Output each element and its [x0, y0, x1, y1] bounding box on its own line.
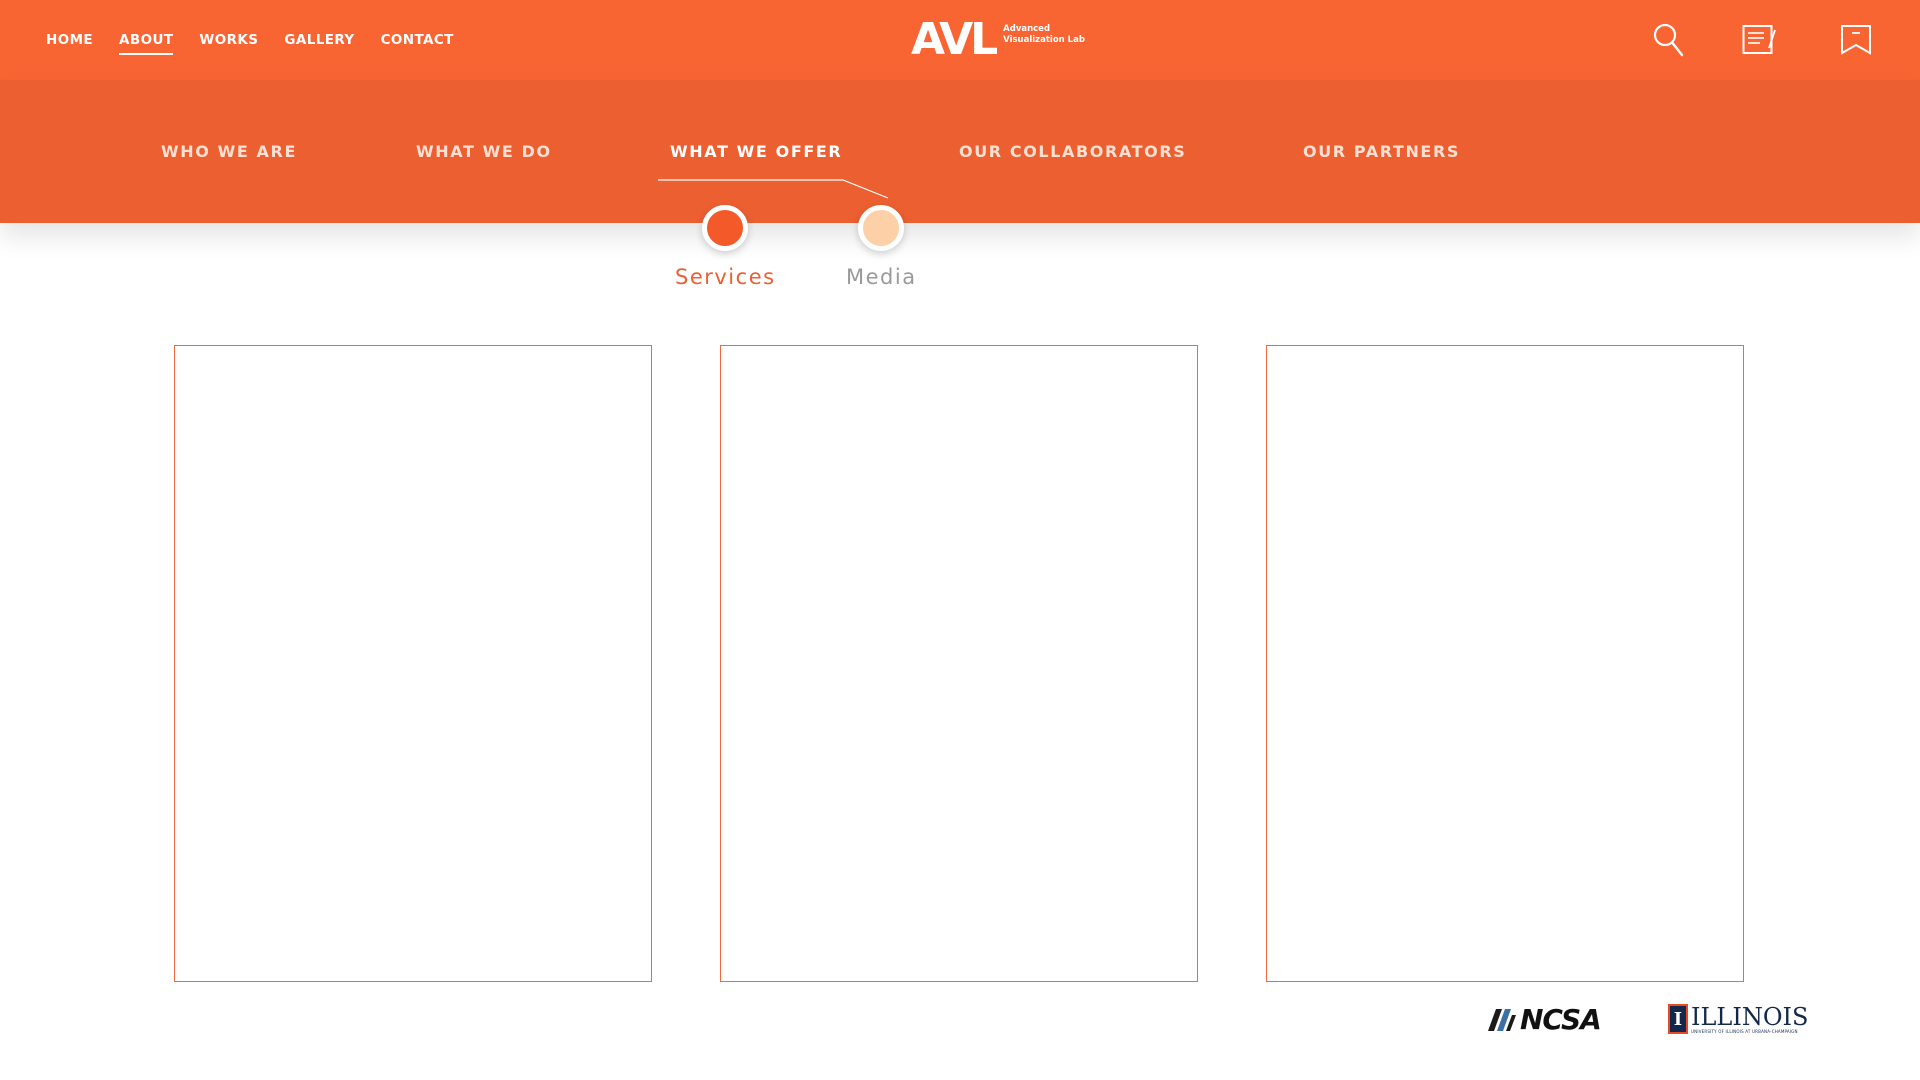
notepad-icon[interactable] — [1742, 22, 1778, 58]
logo-mark: AVL — [911, 14, 998, 65]
illinois-block-i: I — [1668, 1004, 1688, 1034]
nav-contact-link[interactable]: CONTACT — [381, 28, 454, 52]
about-sub-nav: WHO WE ARE WHAT WE DO WHAT WE OFFER OUR … — [0, 80, 1920, 223]
illinois-word: ILLINOIS — [1691, 1002, 1809, 1031]
subnav-who-we-are[interactable]: WHO WE ARE — [161, 142, 297, 161]
ncsa-text: NCSA — [1520, 1003, 1602, 1036]
bookmark-icon[interactable] — [1838, 22, 1874, 58]
tab-services[interactable]: Services — [675, 205, 776, 289]
main-nav: HOME ABOUT WORKS GALLERY CONTACT — [46, 0, 454, 80]
illinois-logo[interactable]: I ILLINOIS UNIVERSITY OF ILLINOIS AT URB… — [1668, 1004, 1808, 1034]
tab-services-dot — [702, 205, 749, 251]
nav-about-link[interactable]: ABOUT — [119, 28, 174, 55]
avl-logo[interactable]: AVL Advanced Visualization Lab — [911, 18, 1085, 62]
top-bar: HOME ABOUT WORKS GALLERY CONTACT AVL Adv… — [0, 0, 1920, 80]
logo-subtitle: Advanced Visualization Lab — [1003, 24, 1085, 46]
subnav-our-partners[interactable]: OUR PARTNERS — [1303, 142, 1460, 161]
search-icon[interactable] — [1651, 22, 1687, 58]
subnav-what-we-offer[interactable]: WHAT WE OFFER — [670, 142, 842, 161]
nav-gallery-link[interactable]: GALLERY — [284, 28, 354, 52]
subnav-what-we-do[interactable]: WHAT WE DO — [416, 142, 552, 161]
service-card-1[interactable] — [174, 345, 652, 982]
logo-line1: Advanced — [1003, 24, 1051, 34]
logo-line2: Visualization Lab — [1003, 35, 1085, 45]
illinois-subline: UNIVERSITY OF ILLINOIS AT URBANA-CHAMPAI… — [1691, 1028, 1798, 1034]
subnav-our-collaborators[interactable]: OUR COLLABORATORS — [959, 142, 1186, 161]
nav-works-link[interactable]: WORKS — [199, 28, 258, 52]
ncsa-logo[interactable]: NCSA — [1488, 1003, 1602, 1036]
ncsa-mark-icon — [1488, 1008, 1516, 1031]
illinois-wordmark: ILLINOIS UNIVERSITY OF ILLINOIS AT URBAN… — [1691, 1005, 1808, 1034]
nav-home-link[interactable]: HOME — [46, 28, 93, 52]
service-card-2[interactable] — [720, 345, 1198, 982]
tab-media-label: Media — [846, 265, 917, 289]
service-card-3[interactable] — [1266, 345, 1744, 982]
tab-media-dot — [858, 205, 905, 251]
tab-media[interactable]: Media — [846, 205, 917, 289]
tab-services-label: Services — [675, 265, 776, 289]
